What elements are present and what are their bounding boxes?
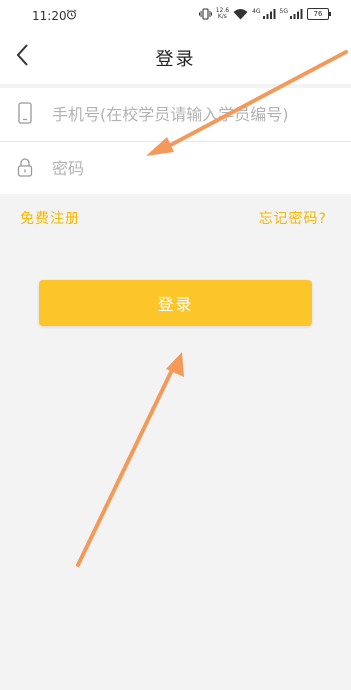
status-time: 11:20 [32, 9, 67, 23]
wifi-icon [233, 9, 248, 20]
page-title: 登录 [155, 49, 196, 70]
lock-icon [17, 158, 33, 177]
forgot-password-link[interactable]: 忘记密码? [259, 208, 327, 228]
status-bar: 11:20 12.6 K/s 4G 5G 76 [0, 0, 351, 32]
password-field-row [0, 142, 351, 195]
network-badge: 5G [279, 8, 288, 15]
alarm-icon [66, 9, 77, 20]
phone-field-row [0, 88, 351, 141]
status-icons: 12.6 K/s 4G 5G 76 [198, 8, 331, 20]
signal-icon [262, 9, 276, 19]
network-badge: 4G [252, 8, 261, 15]
network-speed: 12.6 K/s [216, 8, 229, 20]
header: 登录 [0, 32, 351, 84]
vibrate-icon [198, 8, 212, 20]
annotation-arrow [76, 352, 184, 567]
phone-icon [18, 102, 32, 124]
login-form [0, 88, 351, 194]
signal-icon [290, 9, 303, 19]
phone-input[interactable] [52, 98, 342, 130]
battery-icon: 76 [307, 8, 331, 20]
network-speed-unit: K/s [217, 13, 227, 20]
login-button[interactable]: 登录 [39, 280, 312, 326]
register-link[interactable]: 免费注册 [20, 208, 80, 228]
password-input[interactable] [52, 152, 342, 184]
